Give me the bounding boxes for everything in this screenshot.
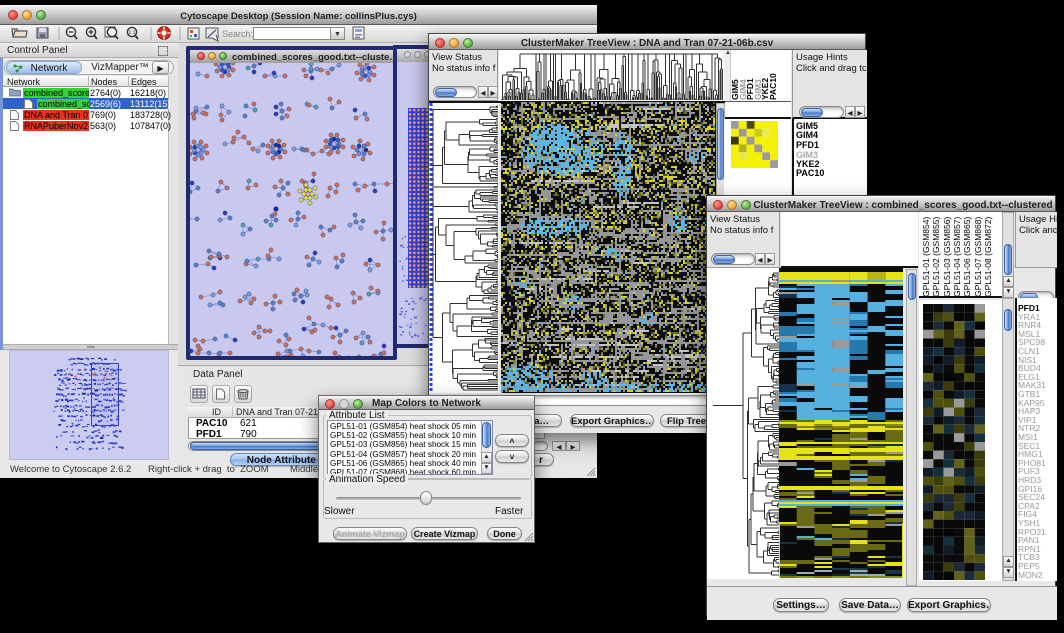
- svg-text:1:1: 1:1: [129, 30, 136, 36]
